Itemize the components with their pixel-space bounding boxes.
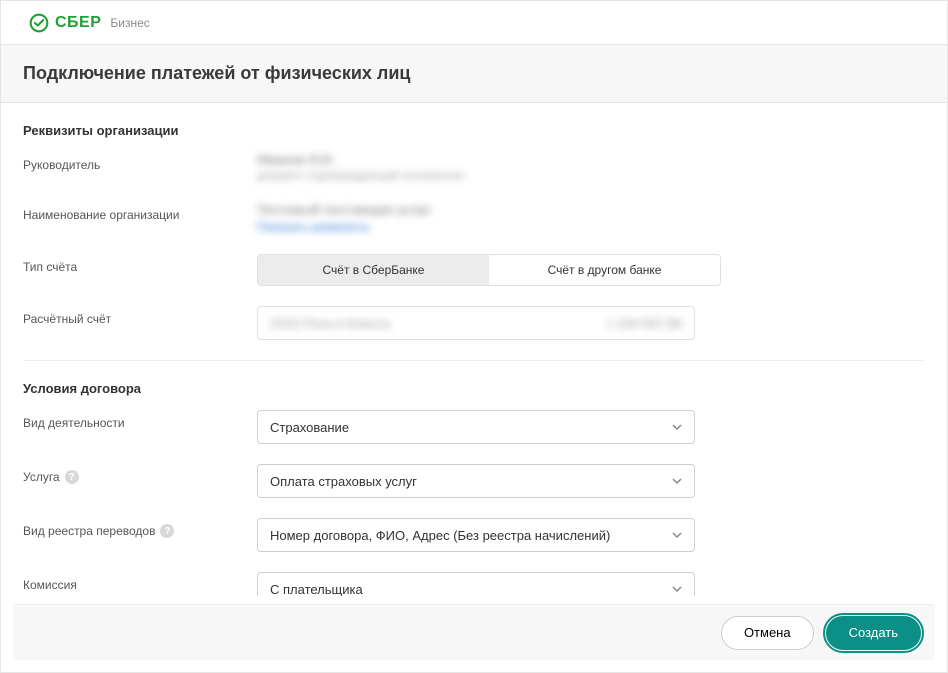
help-icon[interactable]: ? [65, 470, 79, 484]
app-window: СБЕР Бизнес Подключение платежей от физи… [0, 0, 948, 673]
registry-select[interactable]: Номер договора, ФИО, Адрес (Без реестра … [257, 518, 695, 552]
logo-text-sub: Бизнес [110, 16, 149, 30]
page-header: Подключение платежей от физических лиц [1, 45, 947, 103]
label-leader: Руководитель [23, 152, 257, 172]
divider [23, 360, 925, 361]
submit-button[interactable]: Создать [826, 616, 921, 650]
content: Реквизиты организации Руководитель Ивано… [1, 103, 947, 596]
row-leader: Руководитель Иванов И.И. документ подтве… [23, 152, 925, 182]
row-orgname: Наименование организации Тестовый постав… [23, 202, 925, 234]
logo[interactable]: СБЕР Бизнес [29, 13, 150, 33]
row-account-type: Тип счёта Счёт в СберБанке Счёт в другом… [23, 254, 925, 286]
page-title: Подключение платежей от физических лиц [23, 63, 410, 84]
account-value-blurred: ООО Рога и Копыта [270, 316, 390, 331]
row-activity: Вид деятельности Страхование [23, 410, 925, 444]
orgname-link-blurred[interactable]: Показать реквизиты [257, 220, 695, 234]
commission-select[interactable]: С плательщика [257, 572, 695, 596]
label-account-type: Тип счёта [23, 254, 257, 274]
account-right-blurred: 1 234 567,89 [606, 316, 682, 331]
label-activity: Вид деятельности [23, 410, 257, 430]
label-orgname: Наименование организации [23, 202, 257, 222]
cancel-button[interactable]: Отмена [721, 616, 814, 650]
control-registry: Номер договора, ФИО, Адрес (Без реестра … [257, 518, 695, 552]
row-registry: Вид реестра переводов ? Номер договора, … [23, 518, 925, 552]
topbar: СБЕР Бизнес [1, 1, 947, 45]
account-select-blurred[interactable]: ООО Рога и Копыта 1 234 567,89 [257, 306, 695, 340]
section-org-title: Реквизиты организации [23, 123, 925, 138]
label-account: Расчётный счёт [23, 306, 257, 326]
section-contract-title: Условия договора [23, 381, 925, 396]
control-account-type: Счёт в СберБанке Счёт в другом банке [257, 254, 721, 286]
sber-logo-icon [29, 13, 49, 33]
control-account: ООО Рога и Копыта 1 234 567,89 [257, 306, 695, 340]
row-commission: Комиссия С плательщика В соответствии с … [23, 572, 925, 596]
footer: Отмена Создать [13, 604, 935, 660]
label-registry: Вид реестра переводов ? [23, 518, 257, 538]
control-service: Оплата страховых услуг [257, 464, 695, 498]
activity-select[interactable]: Страхование [257, 410, 695, 444]
account-type-segmented: Счёт в СберБанке Счёт в другом банке [257, 254, 721, 286]
leader-sub-blurred: документ подтверждающий полномочия [257, 170, 695, 182]
logo-text-main: СБЕР [55, 14, 101, 32]
value-orgname: Тестовый поставщик услуг Показать реквиз… [257, 202, 695, 234]
help-icon[interactable]: ? [160, 524, 174, 538]
orgname-blurred: Тестовый поставщик услуг [257, 202, 695, 217]
row-service: Услуга ? Оплата страховых услуг [23, 464, 925, 498]
account-type-other[interactable]: Счёт в другом банке [489, 255, 720, 285]
label-commission: Комиссия [23, 572, 257, 592]
control-activity: Страхование [257, 410, 695, 444]
service-select[interactable]: Оплата страховых услуг [257, 464, 695, 498]
account-type-sber[interactable]: Счёт в СберБанке [258, 255, 489, 285]
label-service: Услуга ? [23, 464, 257, 484]
leader-name-blurred: Иванов И.И. [257, 152, 695, 167]
row-account: Расчётный счёт ООО Рога и Копыта 1 234 5… [23, 306, 925, 340]
control-commission: С плательщика В соответствии с тарифами … [257, 572, 695, 596]
value-leader: Иванов И.И. документ подтверждающий полн… [257, 152, 695, 182]
